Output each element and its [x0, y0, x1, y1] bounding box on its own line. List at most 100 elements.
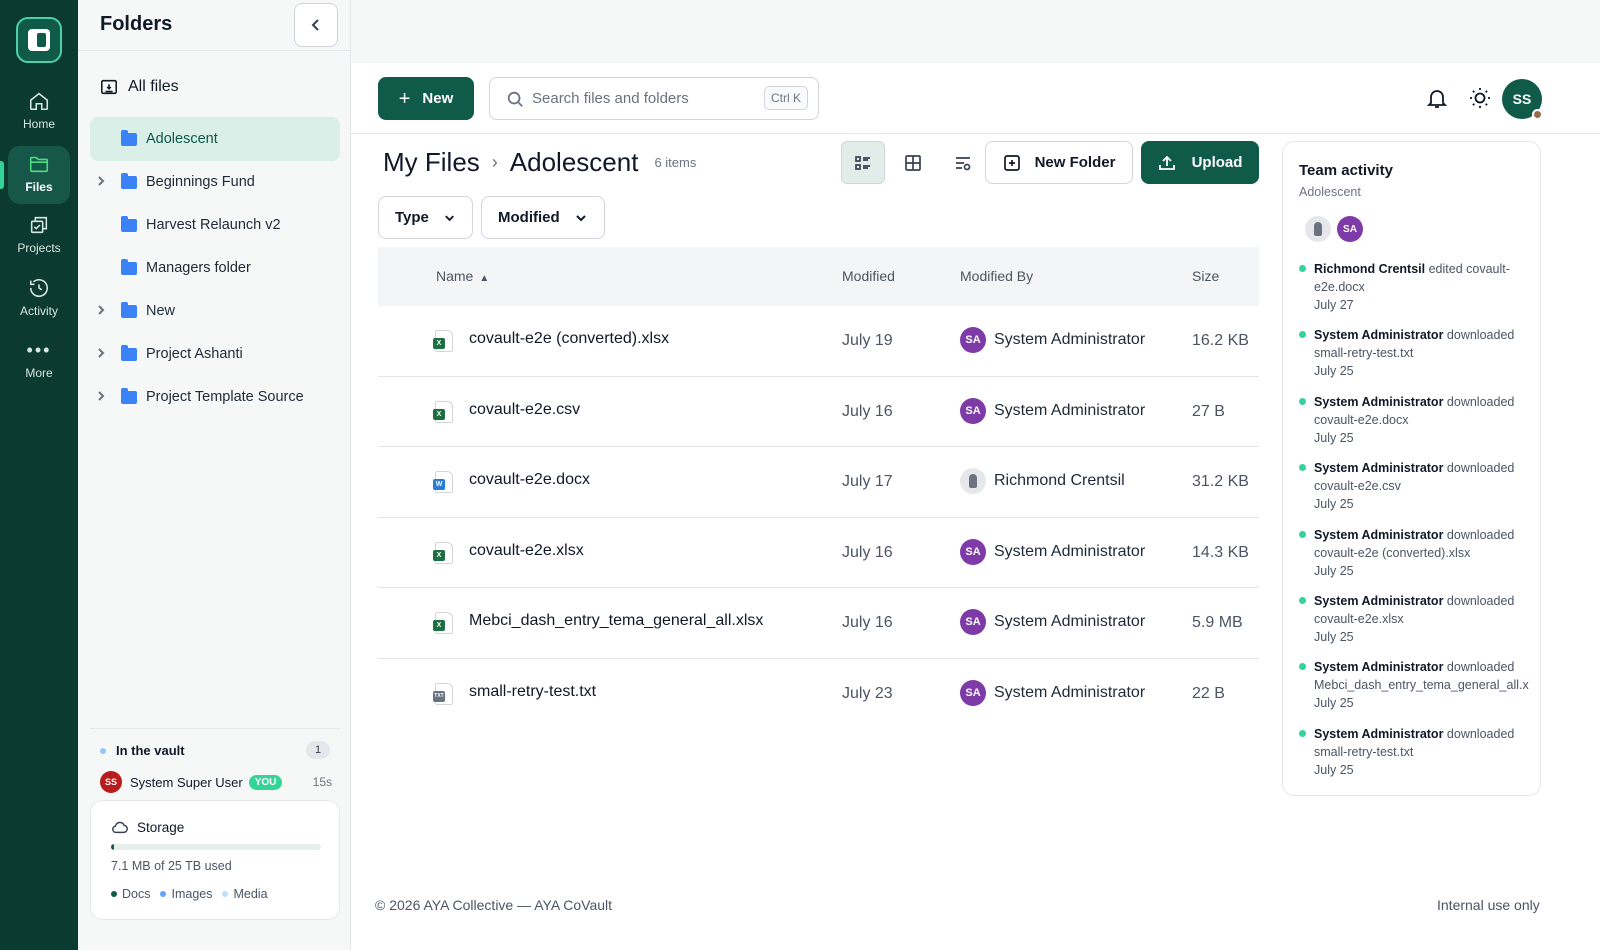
folder-item-project-ashanti[interactable]: Project Ashanti: [90, 332, 340, 376]
file-name[interactable]: small-retry-test.txt: [469, 683, 596, 701]
table-row[interactable]: X Mebci_dash_entry_tema_general_all.xlsx J…: [378, 588, 1259, 659]
new-button[interactable]: + New: [378, 77, 474, 120]
theme-toggle-button[interactable]: [1468, 86, 1492, 110]
activity-user: System Administrator: [1314, 726, 1444, 741]
cloud-icon: [112, 821, 128, 834]
activity-date: July 25: [1314, 563, 1354, 578]
activity-action: downloaded: [1446, 394, 1515, 409]
folder-item-harvest-relaunch[interactable]: Harvest Relaunch v2: [90, 203, 340, 247]
avatar[interactable]: SA: [1337, 216, 1363, 242]
activity-date: July 25: [1314, 430, 1354, 445]
avatar[interactable]: [1305, 216, 1331, 242]
folder-icon: [29, 156, 49, 173]
status-dot-icon: [1532, 109, 1543, 120]
grid-view-icon: [905, 154, 921, 171]
storage-legend: Docs Images Media: [111, 887, 278, 901]
table-row[interactable]: TXT small-retry-test.txt July 23 SA System A…: [378, 659, 1259, 730]
rail-home[interactable]: Home: [0, 90, 78, 131]
activity-user: System Administrator: [1314, 394, 1444, 409]
folder-item-managers-folder[interactable]: Managers folder: [90, 246, 340, 290]
notifications-button[interactable]: [1425, 86, 1449, 110]
activity-item[interactable]: Richmond Crentsil edited covault-e2e.doc…: [1299, 260, 1539, 314]
activity-item[interactable]: System Administrator downloaded covault-…: [1299, 526, 1539, 580]
activity-dot-icon: [1299, 663, 1306, 671]
file-modified-by: SA System Administrator: [960, 327, 1145, 353]
txt-file-icon: TXT: [433, 682, 453, 705]
search-icon: [507, 91, 523, 107]
file-name[interactable]: covault-e2e.xlsx: [469, 542, 584, 560]
file-modified: July 16: [842, 402, 893, 420]
presence-dot-icon: [100, 747, 106, 754]
folder-icon: [121, 258, 137, 275]
search-shortcut: Ctrl K: [764, 86, 808, 110]
activity-item[interactable]: System Administrator downloaded small-re…: [1299, 326, 1539, 380]
collapse-panel-button[interactable]: [294, 3, 338, 47]
activity-item[interactable]: System Administrator downloaded small-re…: [1299, 725, 1539, 779]
rail-files[interactable]: Files: [0, 146, 78, 204]
col-name-header[interactable]: Name ▲: [436, 268, 489, 284]
team-activity-panel: Team activity Adolescent SA Richmond Cre…: [1282, 141, 1541, 796]
col-size-header[interactable]: Size: [1192, 268, 1219, 284]
folder-item-beginnings-fund[interactable]: Beginnings Fund: [90, 160, 340, 204]
type-filter[interactable]: Type: [378, 196, 473, 239]
breadcrumb-current: Adolescent: [509, 147, 639, 177]
upload-button[interactable]: Upload: [1141, 141, 1259, 184]
breadcrumb-my-files[interactable]: My Files: [383, 147, 480, 178]
file-name[interactable]: covault-e2e.csv: [469, 401, 580, 419]
activity-item[interactable]: System Administrator downloaded Mebci_da…: [1299, 658, 1539, 712]
activity-dot-icon: [1299, 530, 1306, 538]
activity-action: downloaded: [1446, 328, 1515, 343]
team-activity-subtitle: Adolescent: [1299, 185, 1361, 199]
file-size: 22 B: [1192, 684, 1225, 702]
files-table: Name ▲ Modified Modified By Size Xcovault…: [378, 247, 1259, 730]
rail-activity[interactable]: Activity: [0, 277, 78, 318]
grid-view-button[interactable]: [891, 141, 935, 184]
folder-item-adolescent[interactable]: Adolescent: [90, 117, 340, 161]
folder-item-new[interactable]: New: [90, 289, 340, 333]
breadcrumb: My Files › Adolescent 6 items: [383, 147, 696, 178]
activity-date: July 25: [1314, 497, 1354, 512]
storage-card: Storage 7.1 MB of 25 TB used Docs Images…: [90, 800, 340, 920]
table-row[interactable]: Wcovault-e2e.docx July 17 Richmond Crentsi…: [378, 447, 1259, 518]
rail-projects[interactable]: Projects: [0, 214, 78, 255]
view-settings-button[interactable]: [941, 141, 985, 184]
table-row[interactable]: Xcovault-e2e (converted).xlsx July 19 SA Sy…: [378, 306, 1259, 377]
user-avatar[interactable]: SS: [1502, 79, 1543, 120]
list-view-button[interactable]: [841, 141, 885, 184]
activity-date: July 27: [1314, 298, 1354, 312]
more-icon: •••: [26, 340, 52, 360]
new-folder-button[interactable]: New Folder: [985, 141, 1133, 184]
activity-item[interactable]: System Administrator downloaded covault-…: [1299, 393, 1539, 447]
file-modified: July 16: [842, 543, 893, 561]
activity-dot-icon: [1299, 397, 1306, 405]
rail-more[interactable]: ••• More: [0, 339, 78, 380]
table-row[interactable]: Xcovault-e2e.csv July 16 SA System Administ…: [378, 377, 1259, 448]
vault-user[interactable]: SS System Super User YOU 15s: [100, 771, 332, 793]
activity-action: downloaded: [1446, 461, 1515, 476]
app-logo[interactable]: [16, 17, 62, 63]
file-size: 14.3 KB: [1192, 543, 1249, 561]
list-view-icon: [855, 155, 870, 170]
search-input[interactable]: [532, 90, 752, 107]
file-modified: July 19: [842, 332, 893, 349]
activity-target-start: covault-: [1466, 262, 1510, 276]
folder-item-project-template-source[interactable]: Project Template Source: [90, 375, 340, 419]
activity-item[interactable]: System Administrator downloaded covault-…: [1299, 459, 1539, 513]
col-modified-by-header[interactable]: Modified By: [960, 268, 1033, 284]
search-box[interactable]: Ctrl K: [489, 77, 819, 120]
sun-icon: [1470, 88, 1490, 108]
storage-progress-fill: [111, 844, 114, 850]
file-name[interactable]: covault-e2e (converted).xlsx: [469, 330, 669, 348]
file-name[interactable]: Mebci_dash_entry_tema_general_all.xlsx: [469, 612, 763, 630]
docx-file-icon: W: [433, 471, 453, 494]
activity-target: covault-e2e (converted).xlsx: [1314, 545, 1471, 560]
file-name[interactable]: covault-e2e.docx: [469, 471, 590, 489]
top-bar: + New Ctrl K SS: [351, 63, 1600, 134]
activity-item[interactable]: System Administrator downloaded covault-…: [1299, 592, 1539, 646]
col-modified-header[interactable]: Modified: [842, 268, 895, 284]
table-row[interactable]: Xcovault-e2e.xlsx July 16 SA System Adminis…: [378, 518, 1259, 589]
user-avatar-initials: SS: [1512, 91, 1532, 107]
activity-date: July 25: [1314, 762, 1354, 777]
all-files-link[interactable]: All files: [100, 78, 179, 96]
modified-filter[interactable]: Modified: [481, 196, 605, 239]
